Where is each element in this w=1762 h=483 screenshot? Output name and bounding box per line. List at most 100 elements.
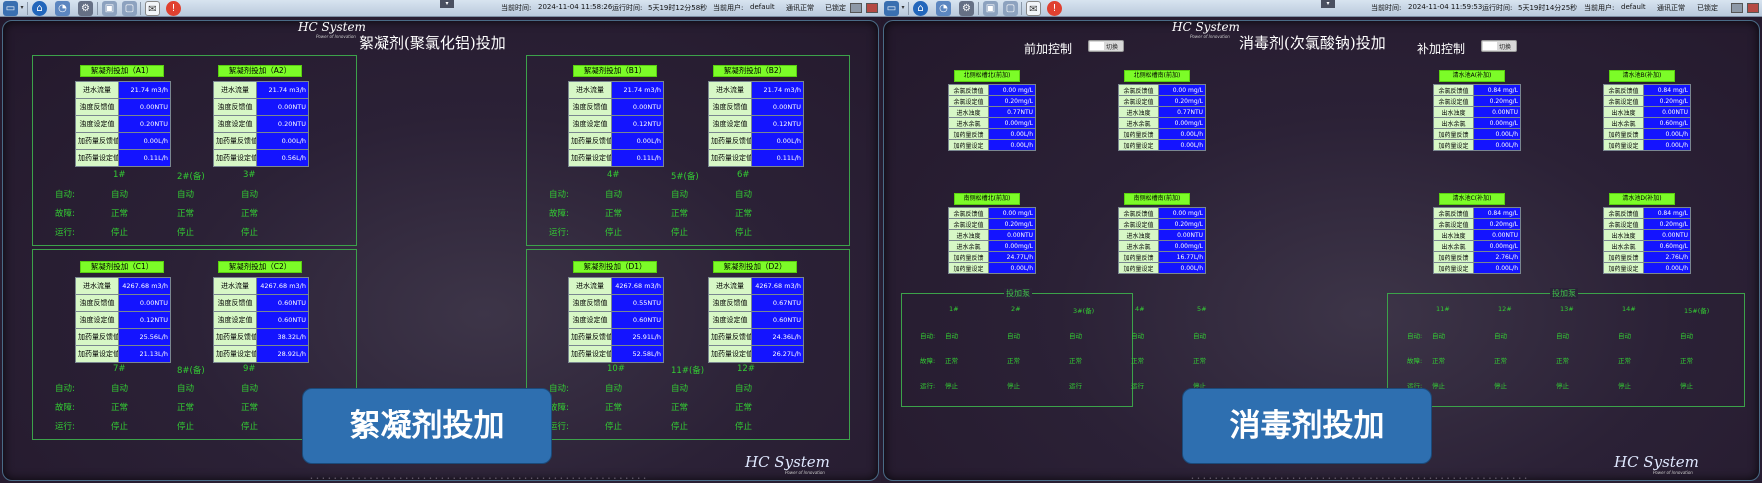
page-title: 絮凝剂(聚氯化铝)投加	[359, 34, 506, 52]
auto-label: 自动:	[1407, 332, 1423, 340]
lock-icon[interactable]: ▣	[983, 1, 998, 16]
dosing-box-title: 清水池A(补加)	[1439, 70, 1505, 82]
auto-value: 自动	[1680, 332, 1693, 340]
table-row: 加药量反馈值 38.32L/h	[213, 328, 309, 346]
chevron-down-icon[interactable]: ▾	[900, 4, 906, 12]
minimize-button[interactable]	[1731, 3, 1743, 13]
row-label: 出水浊度	[1433, 106, 1474, 118]
pump-number: 5#(备)	[671, 172, 699, 182]
table-row: 加药量反馈值 0.00L/h	[568, 132, 664, 150]
run-value: 停止	[671, 228, 689, 238]
unlock-icon[interactable]: ▢	[1003, 1, 1018, 16]
row-label: 加药量反馈	[1433, 128, 1474, 140]
dosing-data-table: 进水流量 21.74 m3/h 浊度反馈值 0.00NTU 浊度设定值 0.12NTU 加药…	[568, 81, 664, 167]
row-value: 0.00 mg/L	[988, 207, 1036, 219]
pump-number: 10#	[607, 364, 625, 374]
comm-status: 通讯正常	[786, 4, 814, 12]
comm-status: 通讯正常	[1657, 4, 1685, 12]
table-row: 进水流量 4267.68 m3/h	[75, 277, 171, 295]
row-value: 0.00L/h	[256, 132, 309, 150]
run-value: 停止	[177, 228, 195, 238]
lock-icon[interactable]: ▣	[102, 1, 117, 16]
chevron-down-icon[interactable]: ▾	[1321, 0, 1335, 8]
table-row: 余氯设定值 0.20mg/L	[1433, 218, 1521, 230]
row-value: 0.00NTU	[988, 229, 1036, 241]
pump-number: 9#	[243, 364, 256, 374]
table-row: 浊度反馈值 0.00NTU	[708, 98, 804, 116]
chevron-down-icon[interactable]: ▾	[440, 0, 454, 8]
unlock-icon[interactable]: ▢	[122, 1, 137, 16]
close-button[interactable]	[1747, 3, 1759, 13]
row-value: 4267.68 m3/h	[611, 277, 664, 295]
message-icon[interactable]: ✉	[1026, 1, 1041, 16]
row-value: 21.74 m3/h	[751, 81, 804, 99]
row-value: 0.00L/h	[1643, 262, 1691, 274]
table-row: 加药量反馈值 0.00L/h	[75, 132, 171, 150]
home-icon[interactable]: ⌂	[913, 1, 928, 16]
row-value: 0.11L/h	[611, 149, 664, 167]
row-value: 0.00L/h	[1158, 128, 1206, 140]
row-value: 52.58L/h	[611, 345, 664, 363]
monitor-icon[interactable]: ▭	[884, 1, 899, 16]
flocculant-dosing-button[interactable]: 絮凝剂投加	[302, 388, 552, 464]
table-row: 进水流量 4267.68 m3/h	[708, 277, 804, 295]
row-label: 进水流量	[568, 277, 612, 295]
row-value: 0.84 mg/L	[1473, 84, 1521, 96]
row-label: 加药量反馈	[948, 128, 989, 140]
row-label: 余氯反馈值	[1433, 84, 1474, 96]
auto-value: 自动	[1193, 332, 1206, 340]
alarm-icon[interactable]: !	[166, 1, 181, 16]
dosing-data-table: 进水流量 21.74 m3/h 浊度反馈值 0.00NTU 浊度设定值 0.20NTU 加药…	[75, 81, 171, 167]
row-label: 加药量设定值	[568, 345, 612, 363]
pump-number: 15#(备)	[1684, 307, 1710, 315]
row-label: 余氯设定值	[1118, 218, 1159, 230]
post-dosing-toggle[interactable]: 切换	[1481, 40, 1517, 52]
row-value: 28.92L/h	[256, 345, 309, 363]
minimize-button[interactable]	[850, 3, 862, 13]
pump-number: 7#	[113, 364, 126, 374]
row-label: 加药量反馈值	[568, 328, 612, 346]
table-row: 余氯反馈值 0.00 mg/L	[1118, 207, 1206, 219]
home-icon[interactable]: ⌂	[32, 1, 47, 16]
toolbar: ▭ ▾ ⌂ ◔ ⚙ ▣ ▢ ✉ ! ▾ 当前时间: 2024-11-04 11:…	[0, 0, 881, 17]
table-row: 加药量反馈 24.77L/h	[948, 251, 1036, 263]
chart-icon[interactable]: ◔	[936, 1, 951, 16]
alarm-icon[interactable]: !	[1047, 1, 1062, 16]
row-value: 0.00NTU	[1473, 106, 1521, 118]
chart-icon[interactable]: ◔	[55, 1, 70, 16]
chevron-down-icon[interactable]: ▾	[19, 4, 25, 12]
clock-label: 当前时间:	[1371, 4, 1402, 12]
dosing-data-table: 进水流量 4267.68 m3/h 浊度反馈值 0.67NTU 浊度设定值 0.60NTU…	[708, 277, 804, 363]
pump-number: 1#	[113, 170, 126, 180]
run-label: 运行:	[549, 228, 569, 238]
disinfectant-dosing-button[interactable]: 消毒剂投加	[1182, 388, 1432, 464]
gear-icon[interactable]: ⚙	[959, 1, 974, 16]
table-row: 进水余氯 0.00mg/L	[1118, 240, 1206, 252]
dosing-box-title: 絮凝剂投加（D2）	[713, 261, 797, 273]
runtime: 5天19时12分58秒	[648, 4, 708, 12]
row-label: 余氯设定值	[1118, 95, 1159, 107]
dosing-box-title: 清水池D(补加)	[1609, 193, 1675, 205]
fault-value: 正常	[1193, 357, 1206, 365]
row-label: 进水余氯	[948, 117, 989, 129]
row-label: 浊度反馈值	[708, 98, 752, 116]
run-value: 停止	[241, 422, 259, 432]
pre-dosing-toggle[interactable]: 切换	[1088, 40, 1124, 52]
fault-value: 正常	[1494, 357, 1507, 365]
row-label: 加药量设定	[1603, 262, 1644, 274]
pump-number: 8#(备)	[177, 366, 205, 376]
close-button[interactable]	[866, 3, 878, 13]
dosing-data-table: 余氯反馈值 0.84 mg/L 余氯设定值 0.20mg/L 出水浊度 0.00NTU 出水…	[1433, 84, 1521, 151]
table-row: 进水余氯 0.00mg/L	[948, 240, 1036, 252]
gear-icon[interactable]: ⚙	[78, 1, 93, 16]
fault-value: 正常	[1432, 357, 1445, 365]
table-row: 浊度设定值 0.60NTU	[708, 311, 804, 329]
auto-value: 自动	[735, 190, 753, 200]
table-row: 进水流量 21.74 m3/h	[213, 81, 309, 99]
table-row: 加药量设定 0.00L/h	[1603, 262, 1691, 274]
message-icon[interactable]: ✉	[145, 1, 160, 16]
pump-number: 5#	[1197, 305, 1207, 313]
row-label: 出水余氯	[1603, 240, 1644, 252]
table-row: 加药量设定值 0.11L/h	[75, 149, 171, 167]
monitor-icon[interactable]: ▭	[3, 1, 18, 16]
